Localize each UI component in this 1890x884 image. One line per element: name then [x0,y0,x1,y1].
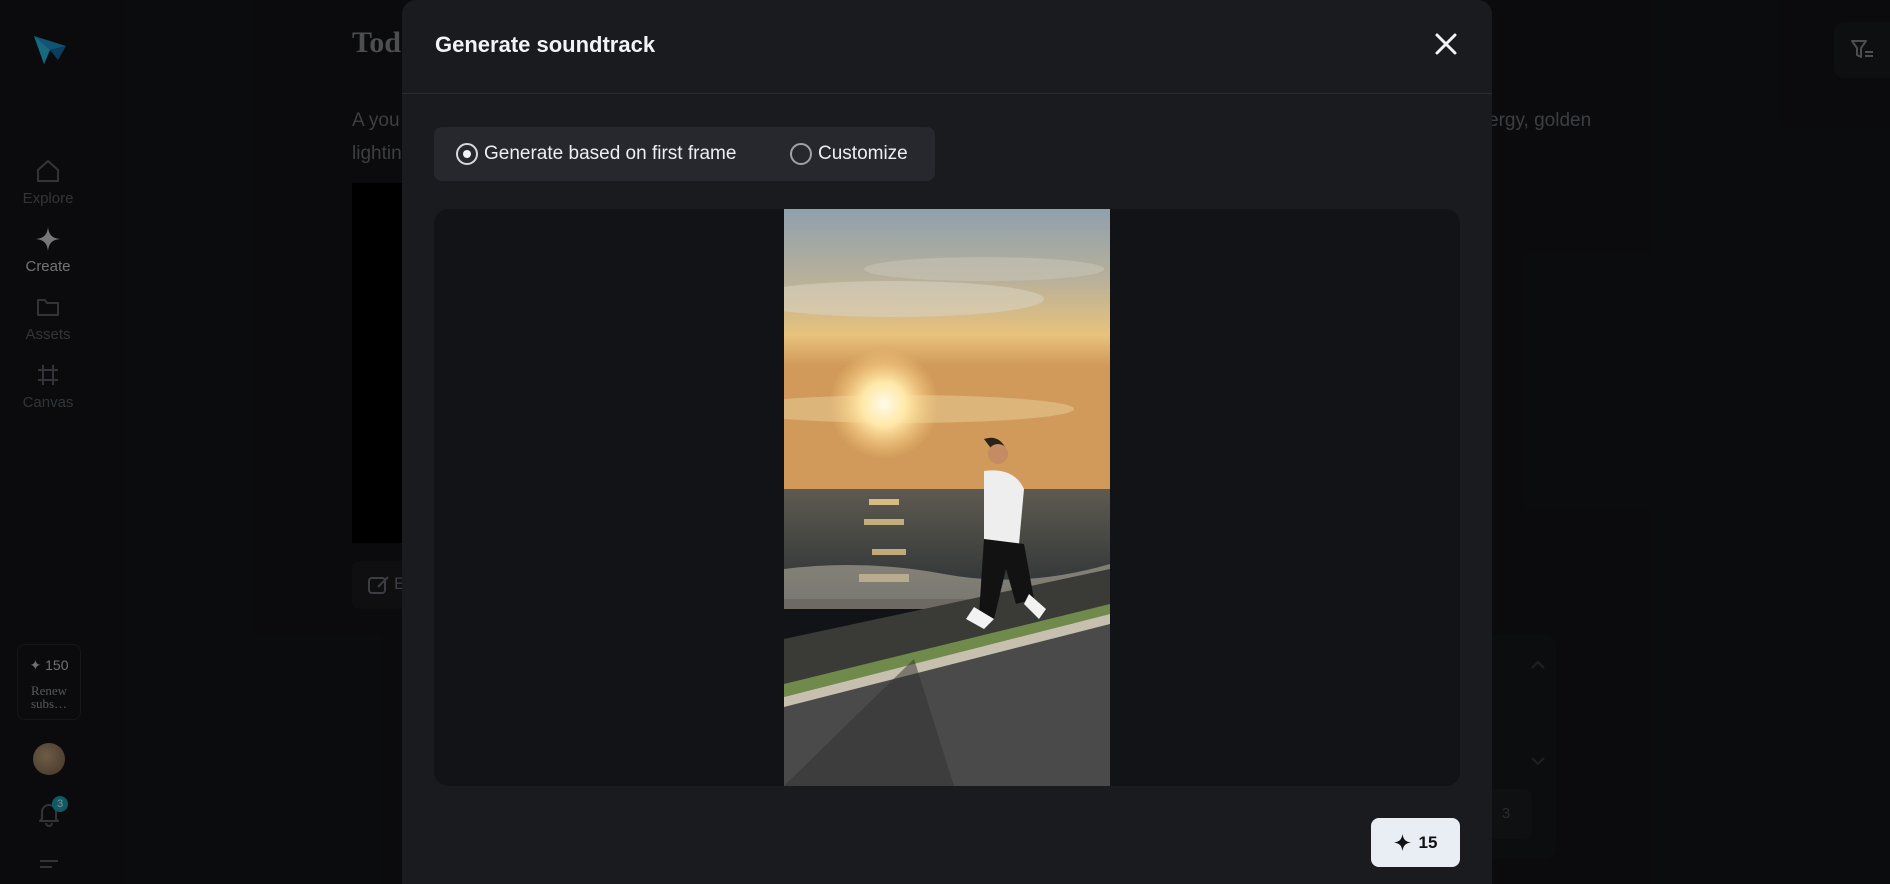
modal-title: Generate soundtrack [435,32,656,57]
soundtrack-mode-group: Generate based on first frame Customize [434,127,935,181]
first-frame-preview [434,209,1460,786]
mode-option-label: Generate based on first frame [484,143,737,164]
generate-soundtrack-modal: Generate soundtrack Generate based on fi… [402,0,1492,884]
generate-button[interactable]: 15 [1371,818,1460,867]
close-icon[interactable] [1430,28,1462,60]
app-root: Explore Create Assets Canvas ✦ 150 Renew… [0,0,1890,884]
generate-cost: 15 [1418,832,1438,852]
mode-option-customize[interactable]: Customize [790,127,908,181]
sparkle-icon [1393,834,1411,851]
mode-option-first-frame[interactable]: Generate based on first frame [456,127,736,181]
first-frame-image [784,209,1110,786]
mode-option-label: Customize [818,143,908,164]
radio-unchecked-icon[interactable] [790,143,812,165]
modal-header: Generate soundtrack [402,0,1492,94]
radio-checked-icon[interactable] [456,143,478,165]
